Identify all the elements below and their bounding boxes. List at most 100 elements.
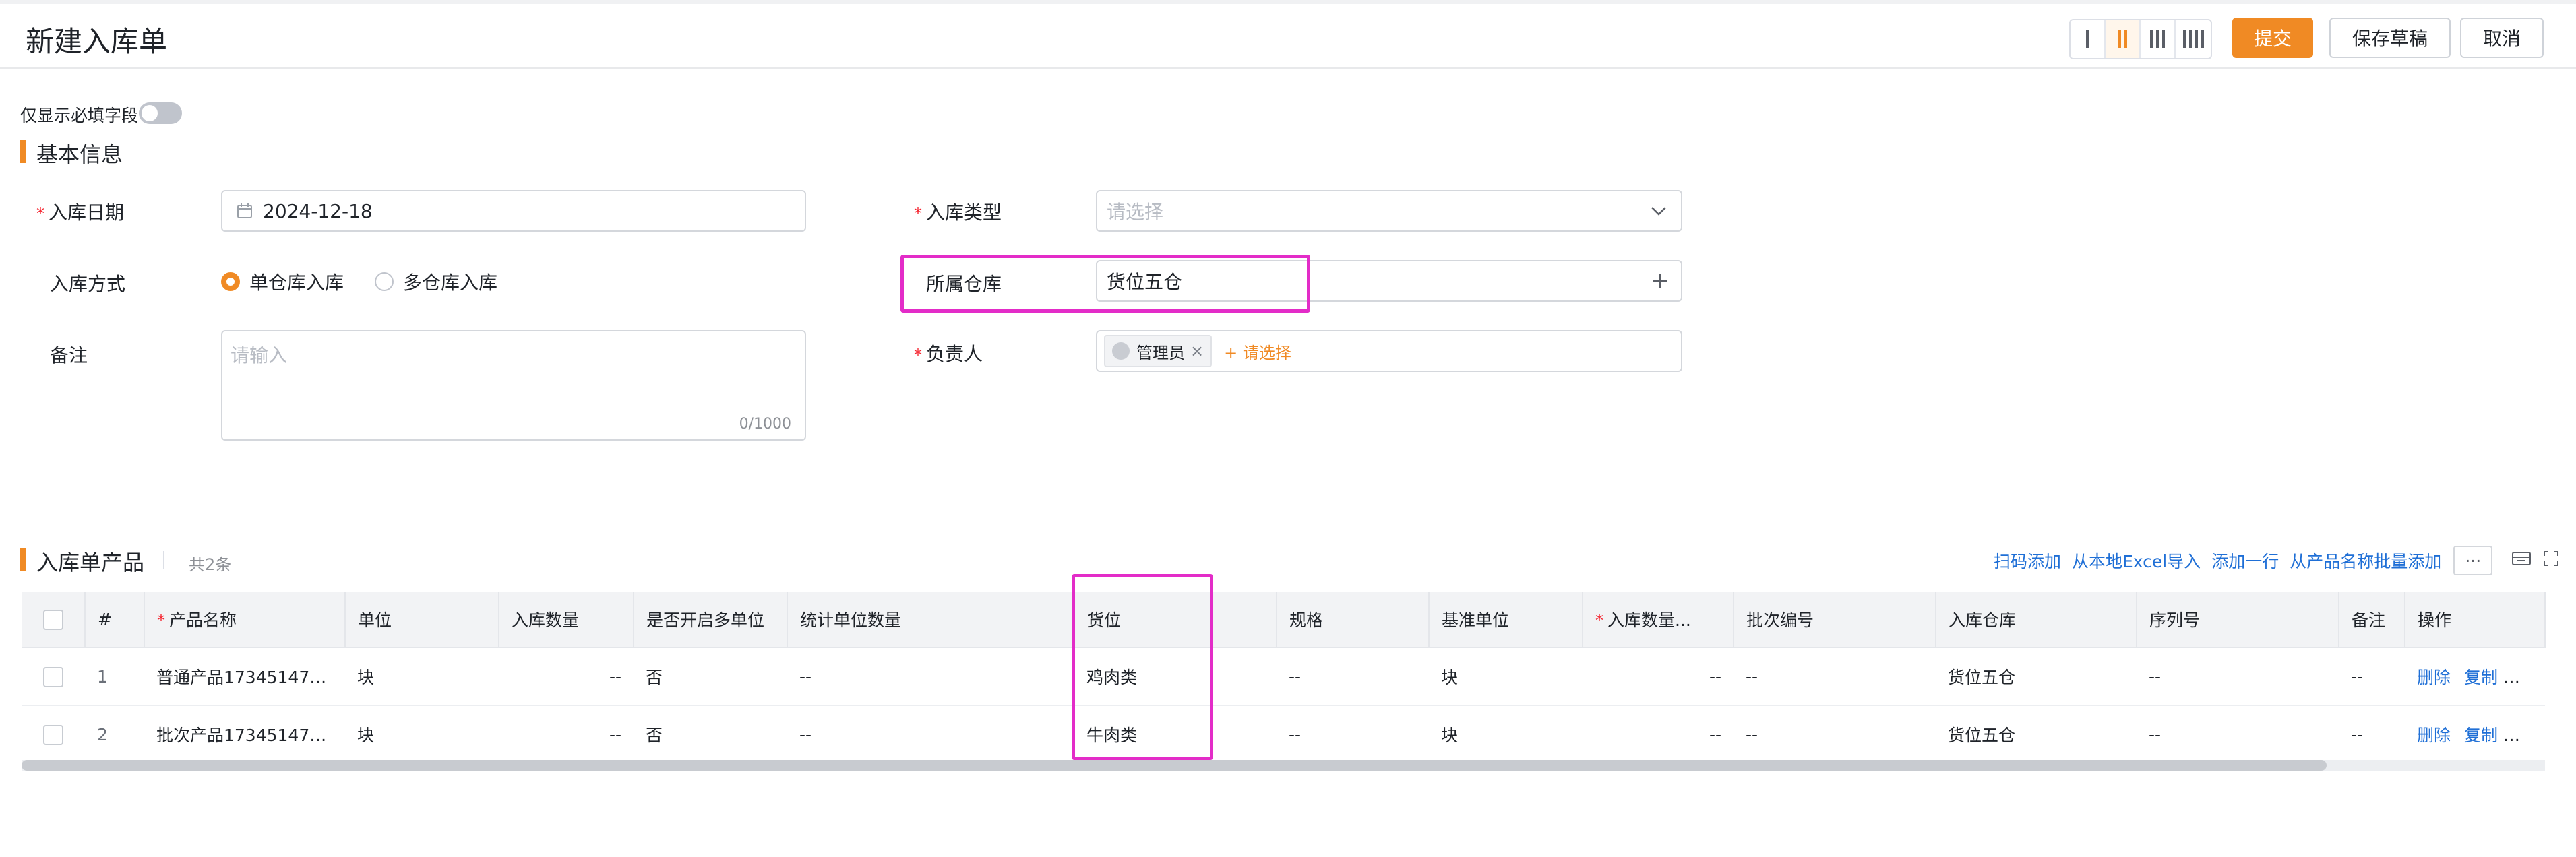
products-title: 入库单产品 — [36, 550, 145, 575]
scan-add-link[interactable]: 扫码添加 — [1994, 548, 2061, 573]
calendar-icon — [237, 203, 252, 218]
cell-stat-qty[interactable]: -- — [787, 705, 1074, 764]
warehouse-highlight-box — [900, 255, 1310, 313]
col-batch[interactable]: 批次编号 — [1734, 592, 1936, 648]
batch-add-link[interactable]: 从产品名称批量添加 — [2290, 548, 2441, 573]
cell-quantity-2[interactable]: -- — [1583, 647, 1734, 706]
row-checkbox[interactable] — [43, 724, 63, 745]
col-multi-unit[interactable]: 是否开启多单位 — [634, 592, 788, 648]
required-mark: * — [914, 204, 922, 223]
radio-multi-warehouse[interactable]: 多仓库入库 — [375, 268, 497, 295]
note-label: 备注 — [50, 344, 88, 367]
col-serial[interactable]: 序列号 — [2137, 592, 2339, 648]
cell-spec[interactable]: -- — [1277, 647, 1429, 706]
cell-batch[interactable]: -- — [1734, 647, 1936, 706]
scrollbar-thumb[interactable] — [22, 760, 2327, 771]
date-value: 2024-12-18 — [263, 199, 373, 222]
required-mark: * — [36, 204, 44, 223]
type-placeholder: 请选择 — [1107, 201, 1164, 223]
layout-four-column-button[interactable] — [2176, 20, 2211, 58]
more-button[interactable]: ··· — [2453, 546, 2493, 575]
fullscreen-icon[interactable] — [2542, 550, 2560, 571]
note-placeholder: 请输入 — [231, 344, 288, 367]
radio-checked-icon — [221, 272, 240, 291]
cell-spec[interactable]: -- — [1277, 705, 1429, 764]
col-index: # — [85, 592, 145, 648]
cell-base-unit[interactable]: 块 — [1429, 647, 1583, 706]
layout-two-column-button[interactable] — [2106, 20, 2141, 58]
add-row-link[interactable]: 添加一行 — [2211, 548, 2279, 573]
section-accent-bar — [20, 548, 26, 571]
cell-quantity[interactable]: -- — [499, 705, 634, 764]
cell-serial[interactable]: -- — [2137, 647, 2339, 706]
col-spec[interactable]: 规格 — [1277, 592, 1430, 648]
row-checkbox-cell[interactable] — [22, 705, 85, 764]
cell-multi-unit[interactable]: 否 — [634, 647, 787, 706]
submit-button[interactable]: 提交 — [2232, 18, 2313, 58]
select-all-checkbox[interactable] — [42, 609, 63, 630]
row-index: 2 — [85, 705, 144, 764]
row-checkbox[interactable] — [43, 666, 63, 687]
note-textarea[interactable]: 请输入 0/1000 — [221, 330, 806, 441]
chevron-down-icon — [1651, 207, 1666, 216]
horizontal-scrollbar[interactable] — [22, 760, 2545, 771]
note-char-counter: 0/1000 — [739, 416, 791, 433]
col-warehouse[interactable]: 入库仓库 — [1936, 592, 2137, 648]
col-base-unit[interactable]: 基准单位 — [1429, 592, 1583, 648]
cell-stat-qty[interactable]: -- — [787, 647, 1074, 706]
column-settings-icon[interactable] — [2511, 550, 2532, 571]
cell-product-name[interactable]: 批次产品1734514723... — [144, 705, 345, 764]
col-unit[interactable]: 单位 — [345, 592, 499, 648]
cell-note[interactable]: -- — [2339, 705, 2405, 764]
cell-product-name[interactable]: 普通产品1734514770... — [144, 647, 345, 706]
section-accent-bar — [20, 140, 26, 163]
col-note[interactable]: 备注 — [2339, 592, 2405, 648]
table-row: 2 批次产品1734514723... 块 -- 否 -- 牛肉类 -- 块 -… — [22, 705, 2545, 764]
delete-link[interactable]: 删除 — [2417, 668, 2451, 687]
excel-import-link[interactable]: 从本地Excel导入 — [2072, 548, 2201, 573]
owner-select[interactable]: 管理员 × + 请选择 — [1096, 330, 1682, 372]
date-input[interactable]: 2024-12-18 — [221, 190, 806, 232]
cell-actions: 删除 复制 — [2405, 705, 2545, 764]
cell-serial[interactable]: -- — [2137, 705, 2339, 764]
required-mark: * — [157, 611, 165, 630]
type-select[interactable]: 请选择 — [1096, 190, 1682, 232]
col-stat-qty[interactable]: 统计单位数量 — [787, 592, 1075, 648]
cell-note[interactable]: -- — [2339, 647, 2405, 706]
delete-link[interactable]: 删除 — [2417, 726, 2451, 745]
col-quantity-2[interactable]: * 入库数量... — [1583, 592, 1734, 648]
col-quantity[interactable]: 入库数量 — [499, 592, 634, 648]
cell-multi-unit[interactable]: 否 — [634, 705, 787, 764]
cell-base-unit[interactable]: 块 — [1429, 705, 1583, 764]
tag-close-icon[interactable]: × — [1190, 342, 1204, 360]
cell-quantity-2[interactable]: -- — [1583, 705, 1734, 764]
avatar — [1112, 342, 1130, 360]
cell-unit[interactable]: 块 — [345, 647, 499, 706]
cancel-button[interactable]: 取消 — [2460, 18, 2544, 58]
cell-warehouse[interactable]: 货位五仓 — [1936, 647, 2137, 706]
radio-single-warehouse[interactable]: 单仓库入库 — [221, 268, 344, 295]
col-product-name[interactable]: * 产品名称 — [144, 592, 346, 648]
save-draft-button[interactable]: 保存草稿 — [2329, 18, 2451, 58]
cell-quantity[interactable]: -- — [499, 647, 634, 706]
page-title: 新建入库单 — [26, 25, 168, 58]
page-header: 新建入库单 提交 保存草稿 取消 — [0, 4, 2576, 69]
select-all-checkbox-cell[interactable] — [22, 592, 86, 648]
layout-three-column-button[interactable] — [2141, 20, 2176, 58]
type-label: * 入库类型 — [914, 201, 1002, 224]
cell-unit[interactable]: 块 — [345, 705, 499, 764]
plus-icon[interactable] — [1651, 272, 1669, 290]
copy-link[interactable]: 复制 — [2464, 726, 2498, 745]
cell-batch[interactable]: -- — [1734, 705, 1936, 764]
date-label: * 入库日期 — [36, 201, 125, 224]
row-checkbox-cell[interactable] — [22, 647, 85, 706]
products-table: # * 产品名称 单位 入库数量 是否开启多单位 统计单位数量 货位 规格 基准单… — [22, 592, 2546, 764]
cell-warehouse[interactable]: 货位五仓 — [1936, 705, 2137, 764]
required-only-toggle[interactable] — [139, 102, 182, 124]
divider — [163, 551, 164, 569]
owner-add-link[interactable]: + 请选择 — [1224, 340, 1291, 363]
table-row: 1 普通产品1734514770... 块 -- 否 -- 鸡肉类 -- 块 -… — [22, 647, 2545, 706]
layout-one-column-button[interactable] — [2071, 20, 2106, 58]
copy-link[interactable]: 复制 — [2464, 668, 2498, 687]
column-layout-switcher — [2069, 19, 2212, 59]
